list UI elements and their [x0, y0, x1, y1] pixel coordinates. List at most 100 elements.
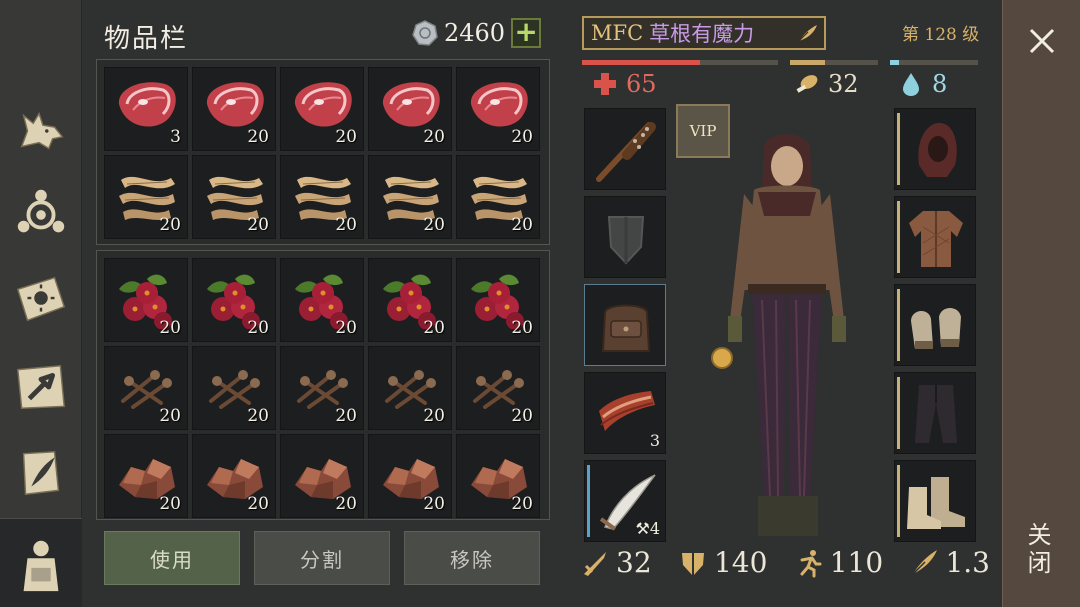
inventory-slot[interactable]: 20: [280, 67, 364, 151]
item-quantity: 20: [159, 406, 181, 426]
sword-icon: [584, 551, 606, 576]
shield-slot[interactable]: [584, 196, 666, 278]
close-panel[interactable]: 关闭: [1002, 0, 1080, 607]
running-icon: [800, 549, 822, 577]
inventory-slot[interactable]: 20: [104, 346, 188, 430]
defense-stat: 140: [678, 546, 767, 579]
water-bar: [890, 60, 978, 65]
inventory-slot[interactable]: 20: [456, 67, 540, 151]
hands-slot[interactable]: [894, 284, 976, 366]
inventory-slot[interactable]: 20: [192, 434, 276, 518]
sidebar-item-pets[interactable]: [4, 94, 78, 168]
coin-balance: 2460 +: [412, 17, 542, 49]
crafting-icon: [17, 189, 65, 233]
inventory-slot[interactable]: 20: [368, 67, 452, 151]
defense-value: 140: [713, 546, 768, 579]
food-quick-slot[interactable]: 3: [584, 372, 666, 454]
player-name-box[interactable]: MFC 草根有魔力: [582, 16, 826, 50]
food-value: 32: [828, 70, 859, 98]
edit-name-icon[interactable]: [796, 22, 820, 44]
health-value: 65: [626, 70, 657, 98]
item-quantity: 20: [423, 406, 445, 426]
inventory-slot[interactable]: 20: [280, 258, 364, 342]
health-stat: 65: [592, 70, 657, 98]
item-quantity: 20: [511, 494, 533, 514]
item-quantity: 20: [335, 494, 357, 514]
inventory-slot[interactable]: 20: [280, 434, 364, 518]
item-quantity: 20: [511, 318, 533, 338]
sidebar-item-crafting[interactable]: [4, 176, 78, 250]
character-figure: [711, 134, 846, 536]
backpack-icon: [601, 304, 651, 352]
item-quantity: 20: [511, 127, 533, 147]
add-coins-button[interactable]: +: [511, 18, 542, 48]
quill-scroll-icon: [22, 450, 60, 496]
sidebar-item-character[interactable]: [0, 518, 82, 607]
inventory-slot[interactable]: 20: [456, 258, 540, 342]
close-icon[interactable]: [1025, 24, 1059, 58]
backpack-slot[interactable]: [584, 284, 666, 366]
inventory-slot[interactable]: 20: [456, 434, 540, 518]
item-quantity: 3: [170, 127, 181, 147]
item-quantity: 20: [335, 215, 357, 235]
inventory-slot[interactable]: 20: [192, 346, 276, 430]
item-quantity: 20: [423, 215, 445, 235]
inventory-slot[interactable]: 20: [104, 258, 188, 342]
inventory-slot[interactable]: 20: [368, 434, 452, 518]
spiked-club-icon: [596, 122, 656, 182]
inventory-slot[interactable]: 20: [192, 67, 276, 151]
feather-sword-icon: [912, 549, 938, 575]
inventory-grid-lower: 20 20 20 20 20 20 20 20 20 20 20 20 20 20 20: [104, 258, 540, 518]
body-slot[interactable]: [894, 196, 976, 278]
legs-slot[interactable]: [894, 372, 976, 454]
inventory-slot[interactable]: 20: [104, 155, 188, 239]
water-stat: 8: [898, 70, 947, 98]
inventory-slot[interactable]: 20: [192, 258, 276, 342]
item-quantity: 20: [511, 406, 533, 426]
item-quantity: 20: [247, 127, 269, 147]
item-quantity: 20: [335, 318, 357, 338]
character-panel: MFC 草根有魔力 第 128 级 65 32 8 3 ⚒4 VIP 32 14…: [572, 0, 996, 607]
secondary-weapon-slot[interactable]: ⚒4: [584, 460, 666, 542]
water-value: 8: [932, 70, 948, 98]
use-button[interactable]: 使用: [104, 531, 240, 585]
inventory-slot[interactable]: 20: [280, 346, 364, 430]
trousers-icon: [915, 385, 957, 443]
health-bar: [582, 60, 778, 65]
speed-value: 110: [829, 546, 884, 579]
split-button[interactable]: 分割: [254, 531, 390, 585]
inventory-slot[interactable]: 20: [368, 346, 452, 430]
coin-amount: 2460: [444, 19, 506, 47]
head-slot[interactable]: [894, 108, 976, 190]
inventory-slot[interactable]: 20: [192, 155, 276, 239]
inventory-slot[interactable]: 20: [456, 346, 540, 430]
health-cross-icon: [594, 73, 616, 95]
inventory-slot[interactable]: 20: [368, 258, 452, 342]
sidebar-item-map[interactable]: [4, 350, 78, 424]
item-quantity: 20: [247, 406, 269, 426]
clan-tag: MFC: [591, 21, 644, 45]
inventory-grid-upper: 3 20 20 20 20 20 20 20 20 20: [104, 67, 540, 239]
inventory-slot[interactable]: 20: [456, 155, 540, 239]
shield-icon: [681, 552, 704, 576]
meat-leg-icon: [796, 75, 818, 93]
speed-stat: 110: [794, 546, 883, 579]
inventory-slot[interactable]: 20: [104, 434, 188, 518]
hood-icon: [918, 122, 957, 177]
inventory-title: 物品栏: [104, 24, 189, 54]
sidebar-item-journal[interactable]: [4, 436, 78, 510]
inventory-slot[interactable]: 20: [368, 155, 452, 239]
item-quantity: 20: [423, 494, 445, 514]
sun-book-icon: [16, 276, 66, 322]
item-quantity: 20: [335, 406, 357, 426]
remove-button[interactable]: 移除: [404, 531, 540, 585]
item-quantity: 20: [423, 318, 445, 338]
inventory-slot[interactable]: 20: [280, 155, 364, 239]
item-quantity: 20: [159, 318, 181, 338]
food-bar: [790, 60, 878, 65]
feet-slot[interactable]: [894, 460, 976, 542]
inventory-slot[interactable]: 3: [104, 67, 188, 151]
weapon-slot[interactable]: [584, 108, 666, 190]
item-quantity: 20: [247, 494, 269, 514]
sidebar-item-skills[interactable]: [4, 262, 78, 336]
